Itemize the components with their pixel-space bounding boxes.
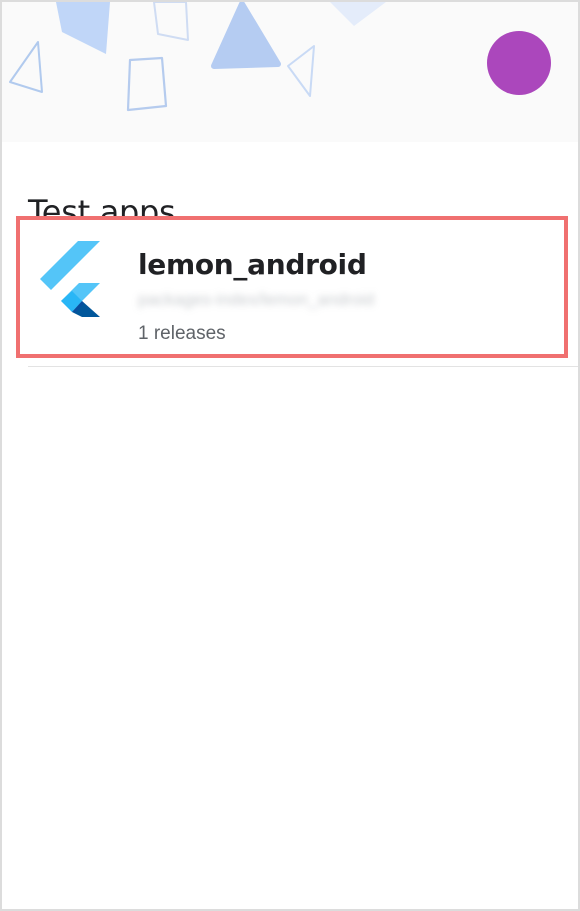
app-screen: Test apps lemon_android packages-index/l… <box>0 0 580 911</box>
app-package-id: packages-index/lemon_android <box>138 290 375 309</box>
account-avatar[interactable] <box>487 31 551 95</box>
app-name: lemon_android <box>138 248 367 281</box>
list-divider <box>28 366 578 367</box>
app-list-item[interactable]: lemon_android packages-index/lemon_andro… <box>16 216 568 358</box>
header-banner <box>2 2 578 142</box>
app-release-count: 1 releases <box>138 323 226 344</box>
flutter-logo-icon <box>40 241 100 317</box>
